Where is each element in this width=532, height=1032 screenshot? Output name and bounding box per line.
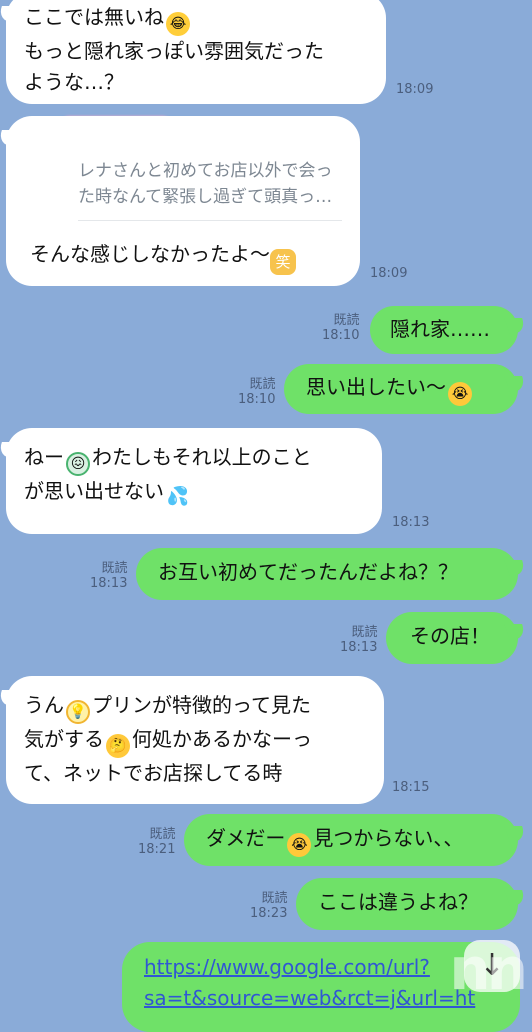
outgoing-message: その店！	[386, 612, 518, 664]
incoming-message: うん 💡 プリンが特徴的って見た 気がする 🤔 何処かあるかなーっ て、ネットでお店探し…	[6, 676, 384, 804]
link-line[interactable]: https://www.google.com/url?	[144, 952, 498, 983]
message-line: 気がする 🤔 何処かあるかなーっ	[24, 724, 366, 758]
quoted-text: レナさんと初めてお店以外で会っ た時なんて緊張し過ぎて頭真っ…	[78, 158, 342, 210]
thinking-icon: 🤔	[106, 734, 130, 758]
message-line: が思い出せない 💦	[24, 479, 190, 507]
read-receipt: 既読 18:13	[340, 625, 378, 655]
link-line[interactable]: sa=t&source=web&rct=j&url=ht	[144, 983, 498, 1014]
reply-message: レナさんと初めてお店以外で会っ た時なんて緊張し過ぎて頭真っ… そんな感じしなか…	[6, 116, 360, 286]
read-receipt: 既読 18:10	[322, 313, 360, 343]
message-time: 18:15	[392, 780, 430, 795]
message-line: て、ネットでお店探してる時	[24, 761, 283, 785]
outgoing-message: お互い初めてだったんだよね？？	[136, 548, 518, 600]
read-receipt: 既読 18:13	[90, 561, 128, 591]
message-time: 18:09	[370, 266, 408, 281]
reply-text: そんな感じしなかったよ〜笑	[30, 239, 342, 275]
outgoing-message: 隠れ家……	[370, 306, 518, 354]
message-time: 18:09	[396, 82, 434, 97]
message-line: うん 💡 プリンが特徴的って見た	[24, 690, 366, 724]
crying-icon: 😭	[287, 833, 312, 857]
outgoing-message: ダメだー 😭 見つからない、、	[184, 814, 518, 866]
sweat-drops-icon: 💦	[166, 486, 190, 507]
quote-line: レナさんと初めてお店以外で会っ	[78, 161, 333, 181]
read-receipt: 既読 18:23	[250, 891, 288, 921]
message-line: ような…？	[24, 70, 124, 94]
quote-line: た時なんて緊張し過ぎて頭真っ…	[78, 187, 333, 207]
read-receipt: 既読 18:10	[238, 377, 276, 407]
divider	[78, 220, 342, 221]
message-line: ここでは無いね 😂	[24, 2, 368, 36]
laugh-badge-icon: 笑	[270, 249, 296, 275]
message-time: 18:13	[392, 515, 430, 530]
read-receipt: 既読 18:21	[138, 827, 176, 857]
message-line: もっと隠れ家っぽい雰囲気だった	[24, 39, 324, 63]
outgoing-message: ここは違うよね？	[296, 878, 518, 930]
outgoing-message: 思い出したい〜 😭	[284, 364, 518, 414]
rolling-laugh-icon: 😂	[166, 12, 190, 36]
watermark-logo: nn	[449, 935, 528, 1003]
message-line: ねー 😖 わたしもそれ以上のこと	[24, 442, 364, 476]
crying-icon: 😭	[448, 382, 472, 406]
lightbulb-icon: 💡	[66, 700, 90, 724]
incoming-message: ねー 😖 わたしもそれ以上のこと が思い出せない 💦	[6, 428, 382, 534]
incoming-message: ここでは無いね 😂 もっと隠れ家っぽい雰囲気だった ような…？	[6, 0, 386, 104]
sweat-face-icon: 😖	[66, 452, 90, 476]
